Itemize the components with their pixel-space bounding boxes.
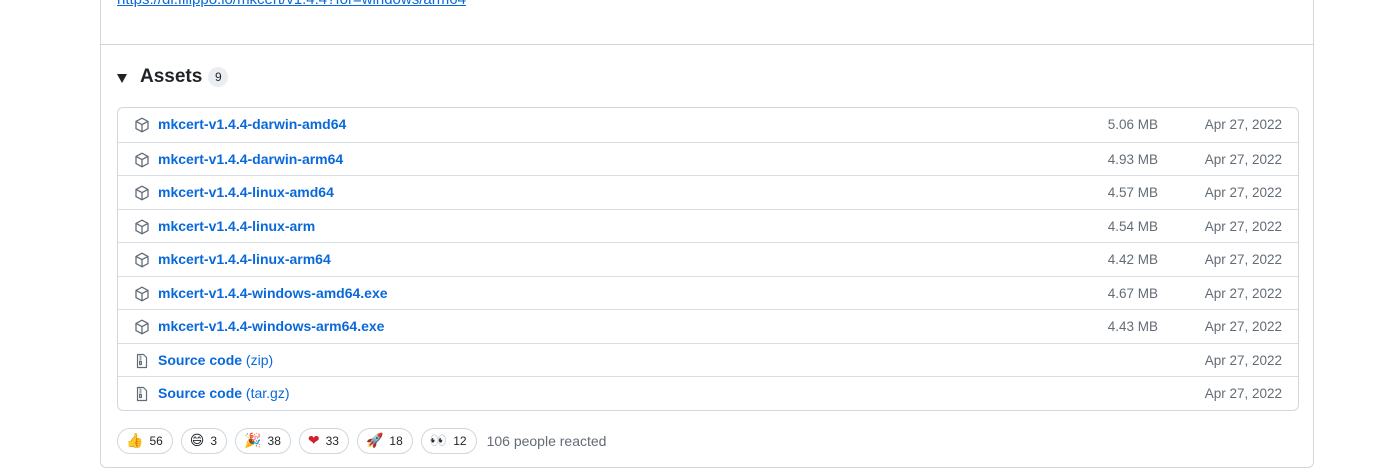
asset-format: (zip) xyxy=(245,351,274,368)
reaction-count: 12 xyxy=(453,434,467,448)
asset-row: mkcert-v1.4.4-windows-amd64.exe 4.67 MB … xyxy=(118,275,1298,310)
assets-title: Assets xyxy=(140,66,203,87)
asset-date: Apr 27, 2022 xyxy=(1204,117,1282,132)
package-icon xyxy=(134,252,150,268)
asset-size: 4.43 MB xyxy=(1107,319,1158,334)
package-icon xyxy=(134,286,150,302)
reaction-thumbs-up[interactable]: 👍 56 xyxy=(117,428,173,454)
asset-name-text: mkcert-v1.4.4-linux-arm xyxy=(158,217,316,234)
download-link[interactable]: https://dl.filippo.io/mkcert/v1.4.4?for=… xyxy=(117,0,466,8)
asset-size: 4.67 MB xyxy=(1107,285,1158,301)
heart-icon: ❤ xyxy=(307,433,320,449)
asset-link[interactable]: mkcert-v1.4.4-darwin-amd64 xyxy=(158,116,346,132)
eyes-icon: 👀 xyxy=(429,433,448,449)
rocket-icon: 🚀 xyxy=(365,433,384,449)
reaction-laugh[interactable]: 😄 3 xyxy=(180,428,228,454)
asset-link[interactable]: Source code (tar.gz) xyxy=(158,385,290,401)
reaction-heart[interactable]: ❤ 33 xyxy=(298,428,349,454)
asset-size: 5.06 MB xyxy=(1107,117,1158,132)
hooray-icon: 🎉 xyxy=(244,433,262,449)
reaction-count: 56 xyxy=(149,434,163,448)
asset-date: Apr 27, 2022 xyxy=(1204,352,1282,368)
asset-name-text: mkcert-v1.4.4-windows-arm64.exe xyxy=(158,318,385,334)
asset-name-text: Source code xyxy=(158,351,243,368)
asset-link[interactable]: Source code (zip) xyxy=(158,352,273,368)
asset-date: Apr 27, 2022 xyxy=(1204,185,1282,200)
section-divider xyxy=(101,44,1313,45)
file-zip-icon xyxy=(134,386,150,402)
reaction-eyes[interactable]: 👀 12 xyxy=(420,428,477,454)
asset-row: mkcert-v1.4.4-linux-arm 4.54 MB Apr 27, … xyxy=(118,208,1298,243)
assets-count-badge: 9 xyxy=(208,67,229,87)
reaction-count: 33 xyxy=(325,434,339,448)
reaction-count: 3 xyxy=(210,434,218,448)
asset-size: 4.57 MB xyxy=(1107,185,1158,200)
asset-date: Apr 27, 2022 xyxy=(1204,319,1282,334)
asset-link[interactable]: mkcert-v1.4.4-linux-arm64 xyxy=(158,251,331,267)
package-icon xyxy=(134,319,150,335)
package-icon xyxy=(134,117,150,133)
reactions-bar: 👍 56 😄 3 🎉 38 ❤ 33 🚀 18 👀 12 106 people … xyxy=(117,428,606,454)
asset-row: mkcert-v1.4.4-darwin-arm64 4.93 MB Apr 2… xyxy=(118,141,1298,176)
reactions-summary: 106 people reacted xyxy=(486,433,607,449)
asset-link[interactable]: mkcert-v1.4.4-darwin-arm64 xyxy=(158,151,343,167)
asset-date: Apr 27, 2022 xyxy=(1204,252,1282,267)
asset-name-text: mkcert-v1.4.4-linux-arm64 xyxy=(158,251,331,267)
reaction-hooray[interactable]: 🎉 38 xyxy=(235,428,291,454)
asset-name-text: Source code xyxy=(158,385,243,401)
caret-down-icon xyxy=(117,73,127,83)
asset-date: Apr 27, 2022 xyxy=(1204,285,1282,301)
asset-row: mkcert-v1.4.4-windows-arm64.exe 4.43 MB … xyxy=(118,309,1298,343)
reaction-rocket[interactable]: 🚀 18 xyxy=(356,428,413,454)
package-icon xyxy=(134,185,150,201)
asset-row: mkcert-v1.4.4-linux-arm64 4.42 MB Apr 27… xyxy=(118,242,1298,276)
reaction-count: 18 xyxy=(389,434,403,448)
package-icon xyxy=(134,219,150,235)
asset-size: 4.93 MB xyxy=(1107,151,1158,167)
asset-date: Apr 27, 2022 xyxy=(1204,218,1282,234)
asset-name-text: mkcert-v1.4.4-darwin-arm64 xyxy=(158,150,344,167)
asset-date: Apr 27, 2022 xyxy=(1204,386,1282,401)
asset-link[interactable]: mkcert-v1.4.4-windows-arm64.exe xyxy=(158,318,384,334)
asset-link[interactable]: mkcert-v1.4.4-linux-arm xyxy=(158,218,315,234)
reaction-count: 38 xyxy=(267,434,281,448)
asset-row: Source code (tar.gz) Apr 27, 2022 xyxy=(118,376,1298,410)
asset-name-text: mkcert-v1.4.4-windows-amd64.exe xyxy=(158,284,388,301)
asset-size: 4.42 MB xyxy=(1107,252,1158,267)
asset-size: 4.54 MB xyxy=(1107,218,1158,234)
asset-list: mkcert-v1.4.4-darwin-amd64 5.06 MB Apr 2… xyxy=(117,107,1299,411)
file-zip-icon xyxy=(134,353,150,369)
asset-name-text: mkcert-v1.4.4-linux-amd64 xyxy=(158,184,334,200)
laugh-icon: 😄 xyxy=(189,433,205,449)
thumbs-up-icon: 👍 xyxy=(126,433,144,449)
asset-name-text: mkcert-v1.4.4-darwin-amd64 xyxy=(158,116,347,132)
asset-link[interactable]: mkcert-v1.4.4-linux-amd64 xyxy=(158,184,334,200)
asset-row: mkcert-v1.4.4-darwin-amd64 5.06 MB Apr 2… xyxy=(118,108,1298,142)
assets-toggle[interactable]: Assets 9 xyxy=(117,64,229,90)
asset-link[interactable]: mkcert-v1.4.4-windows-amd64.exe xyxy=(158,285,388,301)
package-icon xyxy=(134,152,150,168)
asset-format: (tar.gz) xyxy=(245,385,290,401)
asset-date: Apr 27, 2022 xyxy=(1204,151,1282,167)
asset-row: Source code (zip) Apr 27, 2022 xyxy=(118,342,1298,377)
asset-row: mkcert-v1.4.4-linux-amd64 4.57 MB Apr 27… xyxy=(118,175,1298,209)
